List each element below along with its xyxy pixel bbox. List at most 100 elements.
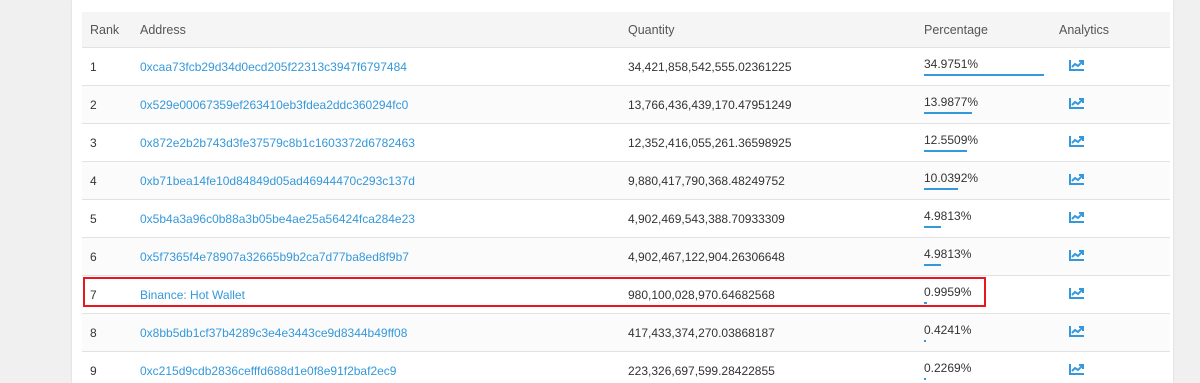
percentage-bar bbox=[924, 74, 1044, 76]
percentage-bar bbox=[924, 150, 967, 152]
rank-cell: 2 bbox=[82, 85, 140, 124]
percentage-bar-track bbox=[924, 378, 1044, 380]
percentage-wrap: 0.9959% bbox=[924, 285, 1044, 304]
percentage-cell: 0.2269% bbox=[924, 351, 1059, 383]
address-cell: 0x8bb5db1cf37b4289c3e4e3443ce9d8344b49ff… bbox=[140, 313, 628, 352]
chart-line-icon[interactable] bbox=[1069, 59, 1085, 71]
percentage-text: 4.9813% bbox=[924, 247, 972, 261]
percentage-bar bbox=[924, 188, 958, 190]
chart-line-icon[interactable] bbox=[1069, 325, 1085, 337]
percentage-text: 13.9877% bbox=[924, 95, 979, 109]
header-quantity[interactable]: Quantity bbox=[628, 12, 924, 48]
chart-line-icon[interactable] bbox=[1069, 287, 1085, 299]
table-body: 1 0xcaa73fcb29d34d0ecd205f22313c3947f679… bbox=[82, 47, 1170, 383]
page: Rank Address Quantity Percentage Analyti… bbox=[0, 0, 1200, 383]
quantity-cell: 4,902,467,122,904.26306648 bbox=[628, 237, 924, 276]
chart-line-icon[interactable] bbox=[1069, 135, 1085, 147]
table-row: 1 0xcaa73fcb29d34d0ecd205f22313c3947f679… bbox=[82, 47, 1170, 86]
table-row: 7 Binance: Hot Wallet 980,100,028,970.64… bbox=[82, 275, 1170, 314]
percentage-text: 0.4241% bbox=[924, 323, 972, 337]
percentage-wrap: 0.2269% bbox=[924, 361, 1044, 380]
percentage-bar bbox=[924, 264, 941, 266]
address-link[interactable]: 0x5f7365f4e78907a32665b9b2ca7d77ba8ed8f9… bbox=[140, 250, 409, 264]
quantity-cell: 417,433,374,270.03868187 bbox=[628, 313, 924, 352]
percentage-bar bbox=[924, 302, 927, 304]
address-link[interactable]: 0x529e00067359ef263410eb3fdea2ddc360294f… bbox=[140, 98, 408, 112]
percentage-bar-track bbox=[924, 74, 1044, 76]
percentage-text: 4.9813% bbox=[924, 209, 972, 223]
percentage-wrap: 4.9813% bbox=[924, 209, 1044, 228]
address-link[interactable]: 0x5b4a3a96c0b88a3b05be4ae25a56424fca284e… bbox=[140, 212, 415, 226]
quantity-cell: 4,902,469,543,388.70933309 bbox=[628, 199, 924, 238]
address-link[interactable]: 0xb71bea14fe10d84849d05ad46944470c293c13… bbox=[140, 174, 415, 188]
quantity-cell: 12,352,416,055,261.36598925 bbox=[628, 123, 924, 162]
percentage-cell: 0.9959% bbox=[924, 275, 1059, 314]
analytics-cell bbox=[1059, 237, 1170, 276]
chart-line-icon[interactable] bbox=[1069, 97, 1085, 109]
quantity-cell: 13,766,436,439,170.47951249 bbox=[628, 85, 924, 124]
percentage-bar-track bbox=[924, 302, 1044, 304]
quantity-cell: 34,421,858,542,555.02361225 bbox=[628, 47, 924, 86]
header-address[interactable]: Address bbox=[140, 12, 628, 48]
rank-cell: 9 bbox=[82, 351, 140, 383]
percentage-bar-track bbox=[924, 112, 1044, 114]
address-link[interactable]: 0x8bb5db1cf37b4289c3e4e3443ce9d8344b49ff… bbox=[140, 326, 407, 340]
rank-cell: 1 bbox=[82, 47, 140, 86]
rank-cell: 7 bbox=[82, 275, 140, 314]
quantity-cell: 223,326,697,599.28422855 bbox=[628, 351, 924, 383]
percentage-text: 10.0392% bbox=[924, 171, 979, 185]
holders-card: Rank Address Quantity Percentage Analyti… bbox=[72, 0, 1173, 383]
percentage-cell: 12.5509% bbox=[924, 123, 1059, 162]
percentage-cell: 13.9877% bbox=[924, 85, 1059, 124]
address-cell: 0xc215d9cdb2836cefffd688d1e0f8e91f2baf2e… bbox=[140, 351, 628, 383]
percentage-wrap: 10.0392% bbox=[924, 171, 1044, 190]
quantity-cell: 980,100,028,970.64682568 bbox=[628, 275, 924, 314]
percentage-wrap: 12.5509% bbox=[924, 133, 1044, 152]
percentage-bar bbox=[924, 226, 941, 228]
address-cell: 0x5f7365f4e78907a32665b9b2ca7d77ba8ed8f9… bbox=[140, 237, 628, 276]
table-row: 2 0x529e00067359ef263410eb3fdea2ddc36029… bbox=[82, 85, 1170, 124]
chart-line-icon[interactable] bbox=[1069, 249, 1085, 261]
percentage-text: 0.9959% bbox=[924, 285, 972, 299]
address-link[interactable]: Binance: Hot Wallet bbox=[140, 288, 245, 302]
chart-line-icon[interactable] bbox=[1069, 363, 1085, 375]
percentage-cell: 4.9813% bbox=[924, 199, 1059, 238]
address-cell: 0xcaa73fcb29d34d0ecd205f22313c3947f67974… bbox=[140, 47, 628, 86]
address-cell: Binance: Hot Wallet bbox=[140, 275, 628, 314]
percentage-bar-track bbox=[924, 150, 1044, 152]
percentage-wrap: 34.9751% bbox=[924, 57, 1044, 76]
percentage-bar-track bbox=[924, 188, 1044, 190]
percentage-bar-track bbox=[924, 264, 1044, 266]
percentage-cell: 4.9813% bbox=[924, 237, 1059, 276]
rank-cell: 8 bbox=[82, 313, 140, 352]
rank-cell: 6 bbox=[82, 237, 140, 276]
percentage-bar bbox=[924, 112, 972, 114]
analytics-cell bbox=[1059, 351, 1170, 383]
analytics-cell bbox=[1059, 275, 1170, 314]
quantity-cell: 9,880,417,790,368.48249752 bbox=[628, 161, 924, 200]
rank-cell: 5 bbox=[82, 199, 140, 238]
chart-line-icon[interactable] bbox=[1069, 211, 1085, 223]
header-rank[interactable]: Rank bbox=[82, 12, 140, 48]
analytics-cell bbox=[1059, 47, 1170, 86]
address-link[interactable]: 0x872e2b2b743d3fe37579c8b1c1603372d67824… bbox=[140, 136, 415, 150]
table-row: 6 0x5f7365f4e78907a32665b9b2ca7d77ba8ed8… bbox=[82, 237, 1170, 276]
rank-cell: 4 bbox=[82, 161, 140, 200]
percentage-bar bbox=[924, 378, 926, 380]
address-link[interactable]: 0xc215d9cdb2836cefffd688d1e0f8e91f2baf2e… bbox=[140, 364, 396, 378]
percentage-text: 12.5509% bbox=[924, 133, 979, 147]
header-analytics: Analytics bbox=[1059, 12, 1170, 48]
address-cell: 0x872e2b2b743d3fe37579c8b1c1603372d67824… bbox=[140, 123, 628, 162]
analytics-cell bbox=[1059, 85, 1170, 124]
address-link[interactable]: 0xcaa73fcb29d34d0ecd205f22313c3947f67974… bbox=[140, 60, 407, 74]
table-header-row: Rank Address Quantity Percentage Analyti… bbox=[82, 12, 1170, 48]
chart-line-icon[interactable] bbox=[1069, 173, 1085, 185]
percentage-cell: 34.9751% bbox=[924, 47, 1059, 86]
analytics-cell bbox=[1059, 161, 1170, 200]
percentage-cell: 10.0392% bbox=[924, 161, 1059, 200]
percentage-bar bbox=[924, 340, 926, 342]
header-percentage[interactable]: Percentage bbox=[924, 12, 1059, 48]
analytics-cell bbox=[1059, 199, 1170, 238]
rank-cell: 3 bbox=[82, 123, 140, 162]
percentage-wrap: 4.9813% bbox=[924, 247, 1044, 266]
